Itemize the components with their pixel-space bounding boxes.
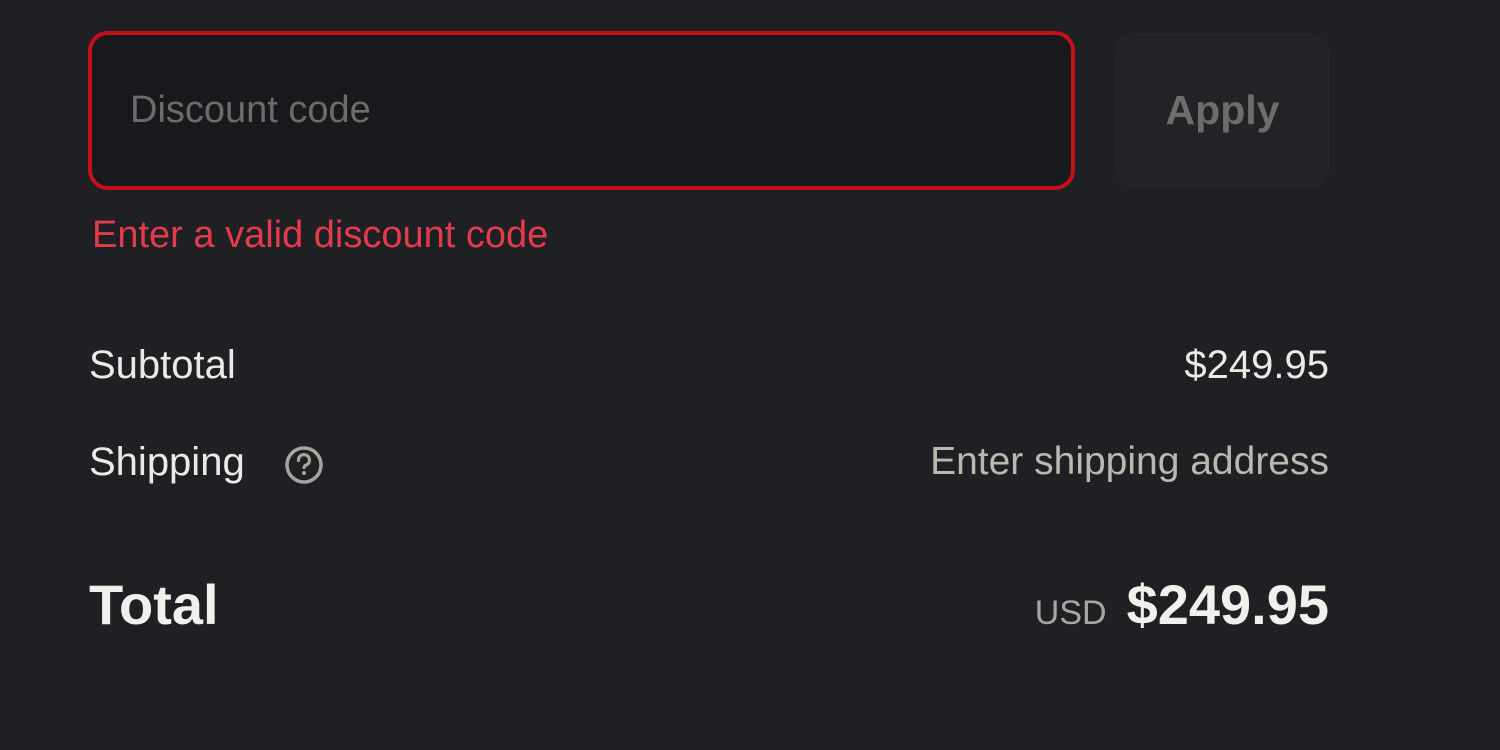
shipping-label: Shipping — [89, 440, 245, 484]
shipping-value: Enter shipping address — [930, 440, 1329, 483]
discount-error-message: Enter a valid discount code — [92, 214, 549, 256]
subtotal-label: Subtotal — [89, 343, 236, 387]
total-label: Total — [89, 573, 219, 636]
discount-code-input[interactable] — [88, 31, 1075, 190]
shipping-info-icon[interactable] — [283, 444, 325, 486]
subtotal-value: $249.95 — [1184, 343, 1329, 387]
currency-code: USD — [1034, 594, 1107, 632]
total-value-group: USD $249.95 — [1035, 572, 1329, 637]
apply-discount-button[interactable]: Apply — [1116, 34, 1329, 187]
total-amount: $249.95 — [1126, 573, 1329, 636]
